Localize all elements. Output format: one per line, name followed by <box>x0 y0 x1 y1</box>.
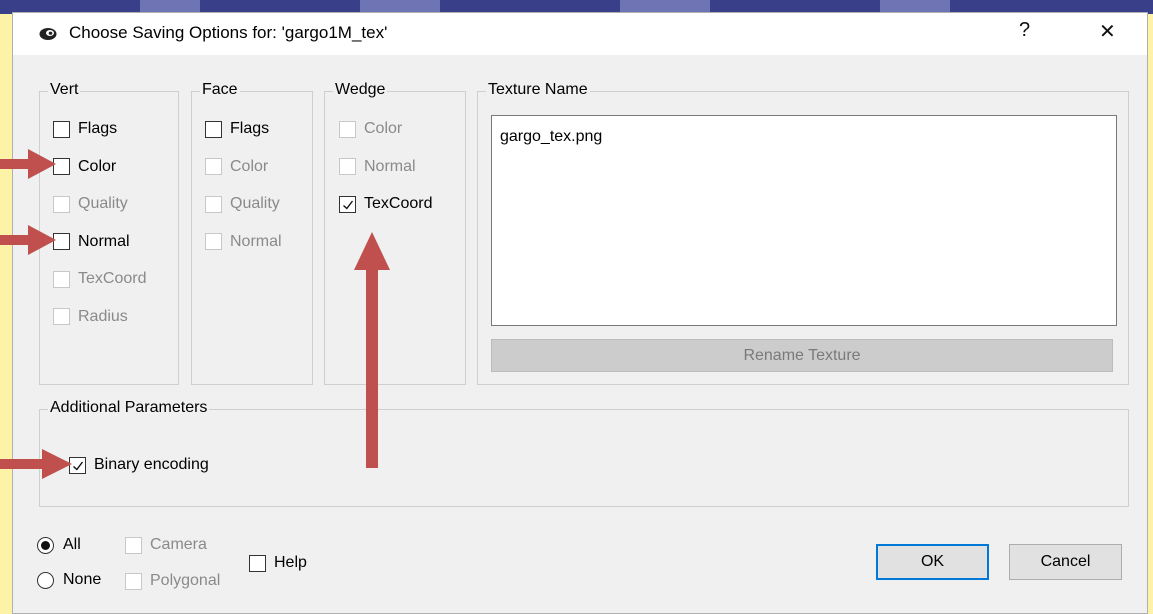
vert-normal-checkbox[interactable]: Normal <box>53 230 130 254</box>
camera-label: Camera <box>150 536 207 553</box>
polygonal-checkbox[interactable]: Polygonal <box>125 569 220 593</box>
wedge-color-box[interactable] <box>339 120 356 138</box>
texture-name-textarea[interactable]: gargo_tex.png <box>491 115 1117 326</box>
face-normal-label: Normal <box>230 232 282 250</box>
face-quality-checkbox[interactable]: Quality <box>205 192 280 216</box>
help-label: Help <box>274 554 307 571</box>
ok-button[interactable]: OK <box>876 544 989 580</box>
vert-flags-label: Flags <box>78 120 118 137</box>
saving-options-dialog: Choose Saving Options for: 'gargo1M_tex'… <box>12 12 1148 614</box>
vert-color-checkbox[interactable]: Color <box>53 155 116 179</box>
texture-name-label: Texture Name <box>486 81 590 99</box>
annotation-arrow-normal <box>0 225 56 255</box>
vert-color-label: Color <box>78 157 117 175</box>
wedge-texcoord-checkbox[interactable]: TexCoord <box>339 192 432 216</box>
radio-none[interactable]: None <box>37 568 101 592</box>
vert-normal-label: Normal <box>78 232 130 250</box>
face-flags-checkbox[interactable]: Flags <box>205 117 269 141</box>
vert-quality-box[interactable] <box>53 195 70 213</box>
radio-none-circle[interactable] <box>37 571 54 589</box>
binary-encoding-label: Binary encoding <box>94 456 209 473</box>
cancel-button[interactable]: Cancel <box>1009 544 1122 580</box>
wedge-normal-label: Normal <box>364 157 416 175</box>
vert-texcoord-label: TexCoord <box>78 270 147 287</box>
polygonal-box[interactable] <box>125 572 142 590</box>
face-flags-label: Flags <box>230 120 270 137</box>
camera-box[interactable] <box>125 536 142 554</box>
face-normal-box[interactable] <box>205 233 222 250</box>
vert-texcoord-checkbox[interactable]: TexCoord <box>53 267 146 291</box>
vert-radius-label: Radius <box>78 307 128 325</box>
vert-radius-box[interactable] <box>53 308 70 325</box>
wedge-texcoord-box[interactable] <box>339 195 356 213</box>
vert-radius-checkbox[interactable]: Radius <box>53 305 128 329</box>
vert-texcoord-box[interactable] <box>53 270 70 288</box>
rename-texture-button[interactable]: Rename Texture <box>491 339 1113 372</box>
wedge-group-label: Wedge <box>333 81 388 99</box>
checkmark-icon <box>343 200 354 210</box>
window-title: Choose Saving Options for: 'gargo1M_tex' <box>69 23 388 42</box>
binary-encoding-checkbox[interactable]: Binary encoding <box>69 453 209 477</box>
wedge-normal-checkbox[interactable]: Normal <box>339 155 416 179</box>
face-normal-checkbox[interactable]: Normal <box>205 230 282 254</box>
face-quality-label: Quality <box>230 195 280 212</box>
annotation-arrow-binary <box>0 449 72 479</box>
radio-all[interactable]: All <box>37 533 81 557</box>
face-flags-box[interactable] <box>205 120 222 138</box>
title-bar: Choose Saving Options for: 'gargo1M_tex'… <box>13 13 1147 55</box>
vert-quality-checkbox[interactable]: Quality <box>53 192 128 216</box>
wedge-texcoord-label: TexCoord <box>364 195 433 212</box>
face-color-label: Color <box>230 157 269 175</box>
annotation-arrow-texcoord <box>354 232 390 468</box>
face-color-box[interactable] <box>205 158 222 175</box>
additional-parameters-label: Additional Parameters <box>48 399 210 417</box>
radio-all-label: All <box>63 536 81 553</box>
help-checkbox[interactable]: Help <box>249 551 307 575</box>
close-icon[interactable]: ✕ <box>1099 19 1116 44</box>
wedge-color-label: Color <box>364 120 403 137</box>
radio-none-label: None <box>63 571 102 588</box>
camera-checkbox[interactable]: Camera <box>125 533 207 557</box>
checkmark-icon <box>73 461 84 471</box>
vert-group-label: Vert <box>48 81 81 99</box>
wedge-normal-box[interactable] <box>339 158 356 175</box>
vert-flags-checkbox[interactable]: Flags <box>53 117 117 141</box>
help-title-button[interactable]: ? <box>1019 19 1030 42</box>
help-box[interactable] <box>249 554 266 572</box>
meshlab-app-icon <box>39 28 57 40</box>
vert-flags-box[interactable] <box>53 120 70 138</box>
face-quality-box[interactable] <box>205 195 222 213</box>
radio-all-circle[interactable] <box>37 536 54 554</box>
wedge-color-checkbox[interactable]: Color <box>339 117 402 141</box>
face-color-checkbox[interactable]: Color <box>205 155 268 179</box>
face-group-label: Face <box>200 81 240 99</box>
polygonal-label: Polygonal <box>150 572 221 589</box>
annotation-arrow-color <box>0 149 56 179</box>
vert-quality-label: Quality <box>78 195 128 212</box>
texture-name-value: gargo_tex.png <box>500 128 603 145</box>
